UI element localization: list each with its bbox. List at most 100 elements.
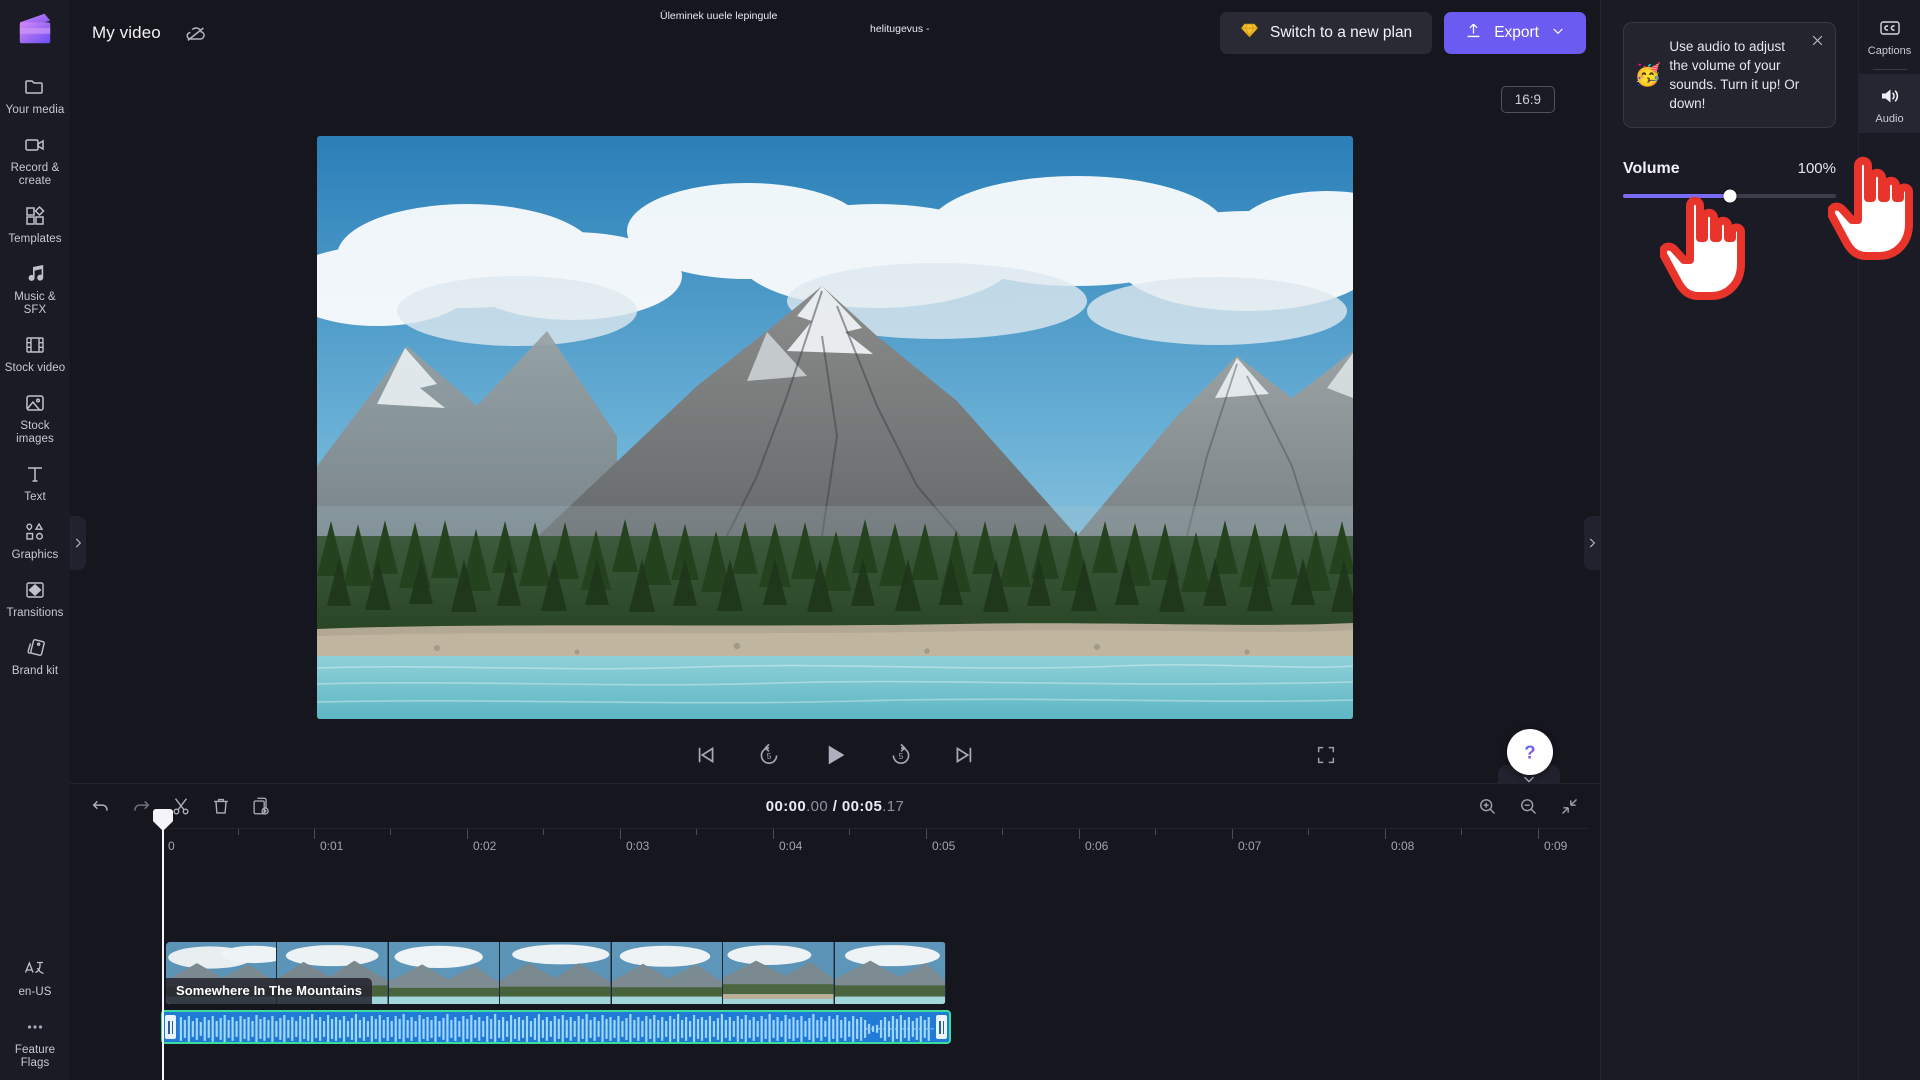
skip-previous-icon[interactable]: [692, 742, 718, 768]
zoom-in-icon[interactable]: [1477, 796, 1498, 817]
upload-icon: [1464, 21, 1483, 45]
timeline-zoom-controls: [1477, 796, 1580, 817]
switch-plan-label: Switch to a new plan: [1270, 24, 1413, 41]
sidebar-item-transitions[interactable]: Transitions: [0, 569, 70, 627]
sidebar-item-label: Stock images: [16, 420, 54, 445]
playhead[interactable]: [153, 809, 173, 1080]
sidebar-item-text[interactable]: Text: [0, 453, 70, 511]
right-toolbar-item-audio[interactable]: Audio: [1858, 74, 1920, 133]
audio-clip-trim-handle-left[interactable]: [165, 1015, 176, 1039]
sidebar-item-feature-flags[interactable]: Feature Flags: [0, 1006, 70, 1080]
help-button[interactable]: ?: [1507, 729, 1553, 775]
page-title[interactable]: My video: [92, 23, 161, 43]
right-toolbar-label: Audio: [1875, 113, 1904, 125]
sidebar-item-label: Transitions: [6, 607, 64, 619]
sidebar-item-label: Music & SFX: [14, 291, 56, 316]
sidebar-item-label: Record & create: [10, 162, 60, 187]
right-toolbar-item-speed[interactable]: Speed: [1859, 185, 1920, 244]
close-icon[interactable]: [1810, 33, 1825, 48]
clip-thumbnail: [388, 942, 501, 1004]
video-clip[interactable]: Somewhere In The Mountains: [166, 942, 946, 1004]
play-button[interactable]: [820, 740, 850, 770]
clip-thumbnail: [834, 942, 946, 1004]
right-toolbar-label: Captions: [1867, 45, 1912, 57]
floating-volume-text: helitugevus -: [870, 23, 930, 35]
switch-to-new-plan-button[interactable]: Switch to a new plan: [1220, 12, 1433, 54]
sidebar-item-your-media[interactable]: Your media: [0, 66, 70, 124]
sidebar-item-record-create[interactable]: Record & create: [0, 124, 70, 195]
sidebar-item-templates[interactable]: Templates: [0, 195, 70, 253]
replay-5-icon[interactable]: 5: [756, 742, 782, 768]
sidebar-item-brand-kit[interactable]: Brand kit: [0, 627, 70, 685]
audio-clip-trim-handle-right[interactable]: [936, 1015, 947, 1039]
film-strip-icon: [23, 333, 47, 357]
volume-slider-knob[interactable]: [1723, 189, 1736, 203]
volume-row: Volume 100%: [1623, 160, 1836, 178]
sidebar-item-music-sfx[interactable]: Music & SFX: [0, 253, 70, 324]
sidebar-item-label: Stock video: [4, 362, 66, 374]
sidebar-item-label: Feature Flags: [14, 1044, 56, 1069]
svg-text:5: 5: [767, 752, 772, 761]
total-time: 00:05: [841, 797, 883, 815]
top-bar-actions: Switch to a new plan Export: [1220, 12, 1586, 54]
fit-to-screen-icon[interactable]: [1559, 796, 1580, 817]
volume-label: Volume: [1623, 160, 1680, 177]
timeline-tracks: Somewhere In The Mountains: [70, 809, 1600, 1080]
audio-properties-panel: 🥳 Use audio to adjust the volume of your…: [1600, 0, 1858, 1080]
volume-slider[interactable]: [1623, 189, 1836, 203]
expand-right-panel-button[interactable]: [1584, 516, 1600, 570]
forward-5-icon[interactable]: 5: [888, 742, 914, 768]
fullscreen-icon[interactable]: [1315, 744, 1337, 766]
audio-clip[interactable]: [161, 1010, 951, 1044]
zoom-out-icon[interactable]: [1518, 796, 1539, 817]
redo-icon[interactable]: [130, 795, 152, 817]
sidebar-item-stock-video[interactable]: Stock video: [0, 324, 70, 382]
top-bar: My video Üleminek uuele lepingule helitu…: [70, 0, 1600, 66]
aspect-ratio-button[interactable]: 16:9: [1500, 86, 1555, 113]
current-time-ms: .00: [806, 797, 829, 815]
clipchamp-editor: Your media Record & create Templates Mus…: [0, 0, 1920, 1080]
chevron-down-icon: [1550, 23, 1566, 44]
speedometer-icon: [1878, 195, 1902, 219]
sidebar-item-label: Brand kit: [11, 665, 59, 677]
center-column: My video Üleminek uuele lepingule helitu…: [70, 0, 1615, 1080]
right-toolbar-item-captions[interactable]: Captions: [1859, 6, 1920, 65]
sidebar-item-label: Text: [24, 491, 46, 503]
trash-icon[interactable]: [210, 795, 232, 817]
duplicate-icon[interactable]: [250, 795, 272, 817]
expand-left-panel-button[interactable]: [70, 516, 86, 570]
sidebar-item-stock-images[interactable]: Stock images: [0, 382, 70, 453]
scissors-icon[interactable]: [170, 795, 192, 817]
toolbar-divider: [1872, 69, 1907, 70]
ellipsis-icon: [23, 1015, 47, 1039]
sidebar-item-graphics[interactable]: Graphics: [0, 511, 70, 569]
speaker-icon: [1878, 84, 1902, 108]
cloud-off-icon[interactable]: [183, 20, 209, 46]
timeline-ruler[interactable]: 0 0:01 0:02 0:03 0:04 0:05 0:06 0:07 0:0…: [162, 828, 1615, 858]
volume-value: 100%: [1797, 160, 1836, 177]
audio-waveform: [179, 1013, 941, 1042]
timeline-toolbar: 00:00.00 / 00:05.17: [70, 784, 1600, 828]
image-icon: [23, 391, 47, 415]
time-separator: /: [828, 797, 842, 815]
tooltip-text: Use audio to adjust the volume of your s…: [1669, 39, 1800, 111]
right-toolbar-label: Speed: [1873, 224, 1906, 236]
video-preview-canvas[interactable]: [317, 136, 1353, 719]
preview-area: 16:9 5 5 ?: [70, 66, 1600, 793]
sidebar-item-language[interactable]: en-US: [0, 948, 70, 1006]
transitions-icon: [23, 578, 47, 602]
video-clip-label: Somewhere In The Mountains: [166, 978, 373, 1004]
right-toolbar: Captions Audio Speed: [1858, 0, 1920, 1080]
clip-thumbnail: [723, 942, 835, 1004]
timeline: 00:00.00 / 00:05.17 0 0:01 0:02 0:03 0:0…: [70, 783, 1615, 1080]
party-face-emoji-icon: 🥳: [1634, 62, 1662, 87]
brand-kit-icon: [23, 636, 47, 660]
total-time-ms: .17: [882, 797, 905, 815]
undo-icon[interactable]: [90, 795, 112, 817]
export-button[interactable]: Export: [1444, 12, 1586, 54]
left-sidebar: Your media Record & create Templates Mus…: [0, 0, 70, 1080]
music-note-icon: [23, 262, 47, 286]
skip-next-icon[interactable]: [952, 742, 978, 768]
floating-plan-text: Üleminek uuele lepingule: [660, 10, 778, 22]
audio-tooltip-card: 🥳 Use audio to adjust the volume of your…: [1623, 22, 1836, 128]
